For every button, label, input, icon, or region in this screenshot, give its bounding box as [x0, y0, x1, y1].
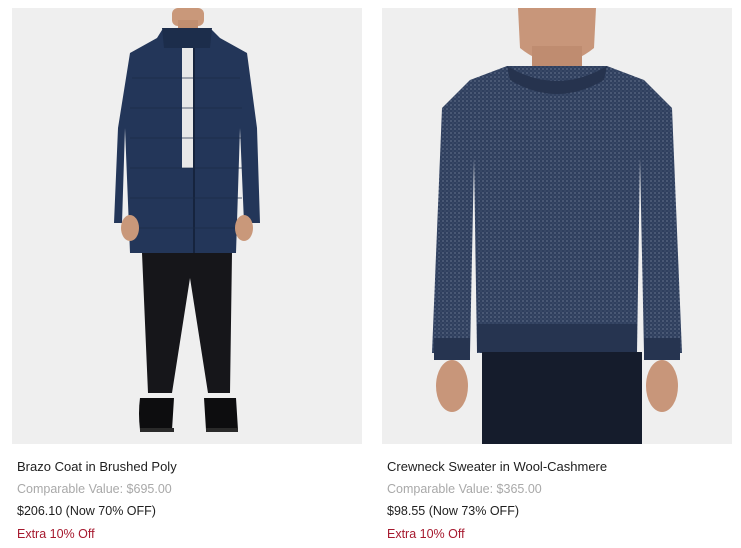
product-info-crewneck-sweater: Crewneck Sweater in Wool-Cashmere Compar…	[382, 458, 732, 543]
product-image-crewneck-sweater[interactable]	[382, 8, 732, 444]
product-card-brazo-coat[interactable]: Brazo Coat in Brushed Poly Comparable Va…	[12, 8, 362, 543]
promo-badge: Extra 10% Off	[387, 527, 465, 541]
comparable-value: Comparable Value: $365.00	[387, 482, 542, 496]
comparable-value: Comparable Value: $695.00	[17, 482, 172, 496]
product-name[interactable]: Crewneck Sweater in Wool-Cashmere	[387, 458, 732, 476]
sale-price: $98.55 (Now 73% OFF)	[387, 504, 519, 518]
product-info-brazo-coat: Brazo Coat in Brushed Poly Comparable Va…	[12, 458, 362, 543]
coat-model-illustration	[114, 8, 260, 432]
sweater-model-illustration	[432, 8, 682, 444]
sale-price: $206.10 (Now 70% OFF)	[17, 504, 156, 518]
product-image-brazo-coat[interactable]	[12, 8, 362, 444]
product-card-crewneck-sweater[interactable]: Crewneck Sweater in Wool-Cashmere Compar…	[382, 8, 732, 543]
product-link-brazo-coat[interactable]	[12, 8, 362, 444]
promo-badge: Extra 10% Off	[17, 527, 95, 541]
product-link-crewneck-sweater[interactable]	[382, 8, 732, 444]
product-name[interactable]: Brazo Coat in Brushed Poly	[17, 458, 362, 476]
